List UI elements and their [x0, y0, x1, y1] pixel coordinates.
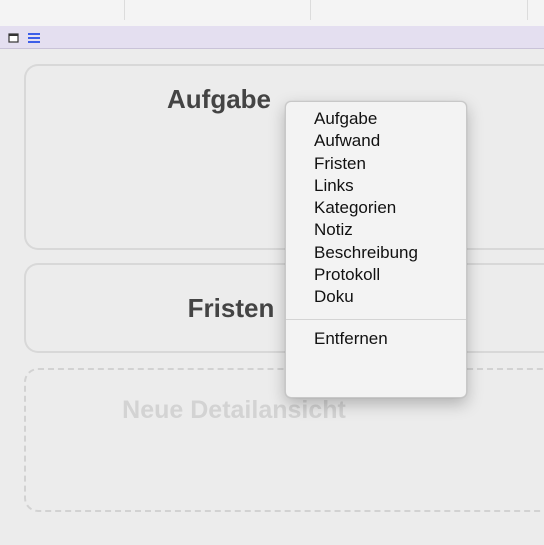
- detail-toolbar: [0, 26, 544, 49]
- menu-item-aufwand[interactable]: Aufwand: [286, 130, 466, 152]
- context-menu: Aufgabe Aufwand Fristen Links Kategorien…: [285, 101, 467, 398]
- menu-item-entfernen[interactable]: Entfernen: [286, 328, 466, 350]
- list-icon[interactable]: [28, 31, 40, 43]
- menu-item-aufgabe[interactable]: Aufgabe: [286, 108, 466, 130]
- column-header-strip: [0, 0, 544, 27]
- menu-item-notiz[interactable]: Notiz: [286, 219, 466, 241]
- column-divider[interactable]: [124, 0, 125, 20]
- panel-title: Neue Detailansicht: [122, 396, 346, 424]
- app-window: Aufgabe Fristen Neue Detailansicht Aufga…: [0, 0, 544, 545]
- menu-item-protokoll[interactable]: Protokoll: [286, 264, 466, 286]
- column-divider[interactable]: [527, 0, 528, 20]
- menu-item-beschreibung[interactable]: Beschreibung: [286, 242, 466, 264]
- window-icon[interactable]: [8, 31, 20, 43]
- menu-item-doku[interactable]: Doku: [286, 286, 466, 308]
- column-divider[interactable]: [310, 0, 311, 20]
- menu-item-links[interactable]: Links: [286, 175, 466, 197]
- menu-item-kategorien[interactable]: Kategorien: [286, 197, 466, 219]
- menu-item-fristen[interactable]: Fristen: [286, 153, 466, 175]
- menu-separator: [286, 318, 466, 320]
